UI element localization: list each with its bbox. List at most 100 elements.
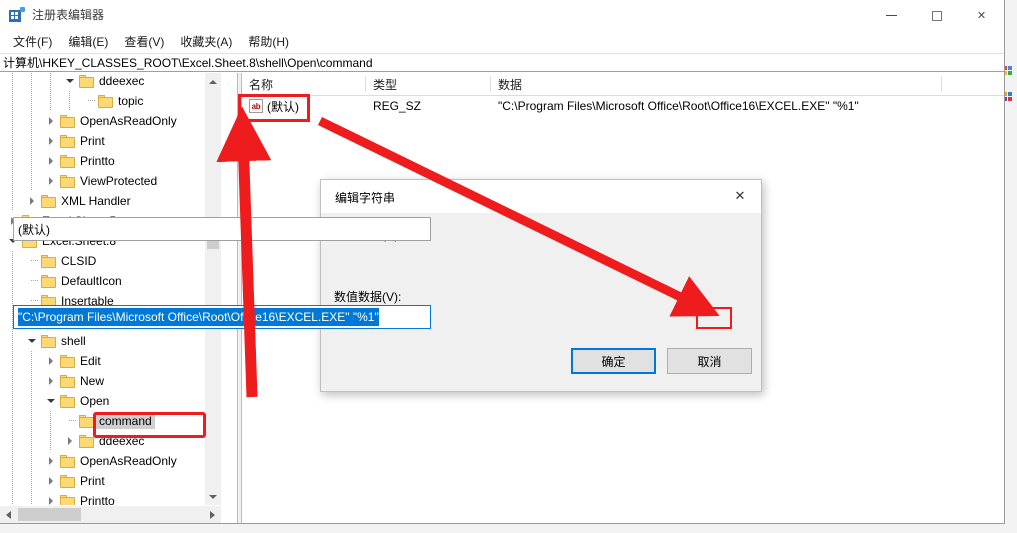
cancel-button[interactable]: 取消: [667, 348, 752, 374]
tree-vertical-scrollbar[interactable]: [205, 73, 221, 505]
menu-item-favorites[interactable]: 收藏夹(A): [172, 32, 240, 52]
tree-guide-line: [69, 91, 70, 111]
tree-item-openasreadonly[interactable]: OpenAsReadOnly: [0, 111, 221, 131]
tree-guide-line: [12, 331, 13, 351]
chevron-right-icon: [48, 477, 53, 485]
tree-guide-elbow: [88, 100, 95, 101]
tree-expander-toggle[interactable]: [22, 191, 41, 211]
tree-expander-toggle[interactable]: [60, 431, 79, 451]
chevron-right-icon: [29, 197, 34, 205]
value-data-input[interactable]: "C:\Program Files\Microsoft Office\Root\…: [13, 305, 431, 329]
tree-item-xml-handler[interactable]: XML Handler: [0, 191, 221, 211]
tree-item-clsid[interactable]: CLSID: [0, 251, 221, 271]
tree-guide-line: [12, 411, 13, 431]
tree-item-ddeexec[interactable]: ddeexec: [0, 431, 221, 451]
tree-expander-toggle[interactable]: [41, 171, 60, 191]
folder-icon: [60, 174, 75, 188]
tree-item-edit[interactable]: Edit: [0, 351, 221, 371]
tree-guide-line: [12, 151, 13, 171]
value-name-input[interactable]: (默认): [13, 217, 431, 241]
tree-scroll-up-button[interactable]: [205, 73, 221, 90]
tree-expander-toggle[interactable]: [41, 131, 60, 151]
chevron-left-icon: [6, 510, 11, 519]
tree-expander-toggle[interactable]: [41, 351, 60, 371]
column-header-data[interactable]: 数据: [491, 73, 941, 95]
folder-icon: [41, 254, 56, 268]
chevron-right-icon: [48, 377, 53, 385]
tree-guide-line: [12, 371, 13, 391]
tree-scroll-right-button[interactable]: [204, 506, 221, 523]
tree-expander-toggle[interactable]: [22, 331, 41, 351]
value-name-cell[interactable]: ab (默认): [249, 95, 367, 117]
tree-guide-line: [12, 251, 13, 271]
tree-guide-line: [31, 471, 32, 491]
column-header-type[interactable]: 类型: [366, 73, 490, 95]
column-header-name[interactable]: 名称: [242, 73, 365, 95]
tree-expander-toggle[interactable]: [41, 391, 60, 411]
tree-item-label: Print: [80, 134, 105, 148]
tree-item-printto[interactable]: Printto: [0, 491, 221, 505]
tree-item-printto[interactable]: Printto: [0, 151, 221, 171]
maximize-button[interactable]: [914, 0, 959, 31]
tree-item-defaulticon[interactable]: DefaultIcon: [0, 271, 221, 291]
tree-item-print[interactable]: Print: [0, 131, 221, 151]
menu-item-help[interactable]: 帮助(H): [240, 32, 297, 52]
tree-horizontal-scrollbar[interactable]: [0, 506, 221, 523]
tree-scroll-down-button[interactable]: [205, 488, 221, 505]
ok-button[interactable]: 确定: [571, 348, 656, 374]
tree-item-label: OpenAsReadOnly: [80, 114, 177, 128]
folder-icon: [79, 414, 94, 428]
dialog-close-button[interactable]: ✕: [719, 180, 761, 211]
dialog-titlebar[interactable]: 编辑字符串 ✕: [321, 180, 761, 213]
menu-item-view[interactable]: 查看(V): [116, 32, 172, 52]
folder-icon: [79, 434, 94, 448]
tree-expander-toggle[interactable]: [41, 111, 60, 131]
tree-scroll-left-button[interactable]: [0, 506, 17, 523]
minimize-button[interactable]: [869, 0, 914, 31]
tree-item-new[interactable]: New: [0, 371, 221, 391]
dialog-title: 编辑字符串: [335, 191, 396, 205]
tree-item-viewprotected[interactable]: ViewProtected: [0, 171, 221, 191]
table-row[interactable]: ab (默认) REG_SZ "C:\Program Files\Microso…: [242, 95, 1004, 117]
tree-expander-placeholder: [60, 411, 79, 431]
tree-item-open[interactable]: Open: [0, 391, 221, 411]
tree-guide-line: [31, 431, 32, 451]
address-bar[interactable]: 计算机\HKEY_CLASSES_ROOT\Excel.Sheet.8\shel…: [0, 53, 1004, 72]
tree-expander-toggle[interactable]: [41, 471, 60, 491]
tree-expander-toggle[interactable]: [41, 451, 60, 471]
tree-item-openasreadonly[interactable]: OpenAsReadOnly: [0, 451, 221, 471]
menu-item-file[interactable]: 文件(F): [5, 32, 60, 52]
tree-expander-placeholder: [22, 251, 41, 271]
tree-item-ddeexec[interactable]: ddeexec: [0, 73, 221, 91]
value-type-cell: REG_SZ: [373, 99, 422, 113]
tree-expander-placeholder: [79, 91, 98, 111]
close-button[interactable]: ✕: [959, 0, 1004, 31]
column-divider-3[interactable]: [941, 76, 942, 92]
tree-item-shell[interactable]: shell: [0, 331, 221, 351]
tree-guide-line: [12, 471, 13, 491]
tree-item-label: XML Handler: [61, 194, 131, 208]
tree-guide-line: [12, 351, 13, 371]
tree-guide-line: [50, 411, 51, 431]
tree-item-print[interactable]: Print: [0, 471, 221, 491]
tree-horizontal-scroll-thumb[interactable]: [18, 508, 81, 521]
tree-expander-toggle[interactable]: [41, 151, 60, 171]
menu-item-edit[interactable]: 编辑(E): [60, 32, 116, 52]
tree-expander-toggle[interactable]: [60, 73, 79, 91]
window-titlebar[interactable]: 注册表编辑器 ✕: [0, 0, 1004, 31]
tree-guide-line: [31, 171, 32, 191]
tree-item-topic[interactable]: topic: [0, 91, 221, 111]
tree-item-label: New: [80, 374, 105, 388]
registry-editor-icon: [9, 7, 25, 23]
tree-guide-line: [31, 371, 32, 391]
tree-expander-toggle[interactable]: [41, 371, 60, 391]
folder-icon: [60, 354, 75, 368]
registry-tree-pane: ddeexec topic OpenAsReadOnly Print Printto Vi…: [0, 73, 237, 523]
tree-item-command[interactable]: command: [0, 411, 221, 431]
tree-expander-toggle[interactable]: [41, 491, 60, 505]
